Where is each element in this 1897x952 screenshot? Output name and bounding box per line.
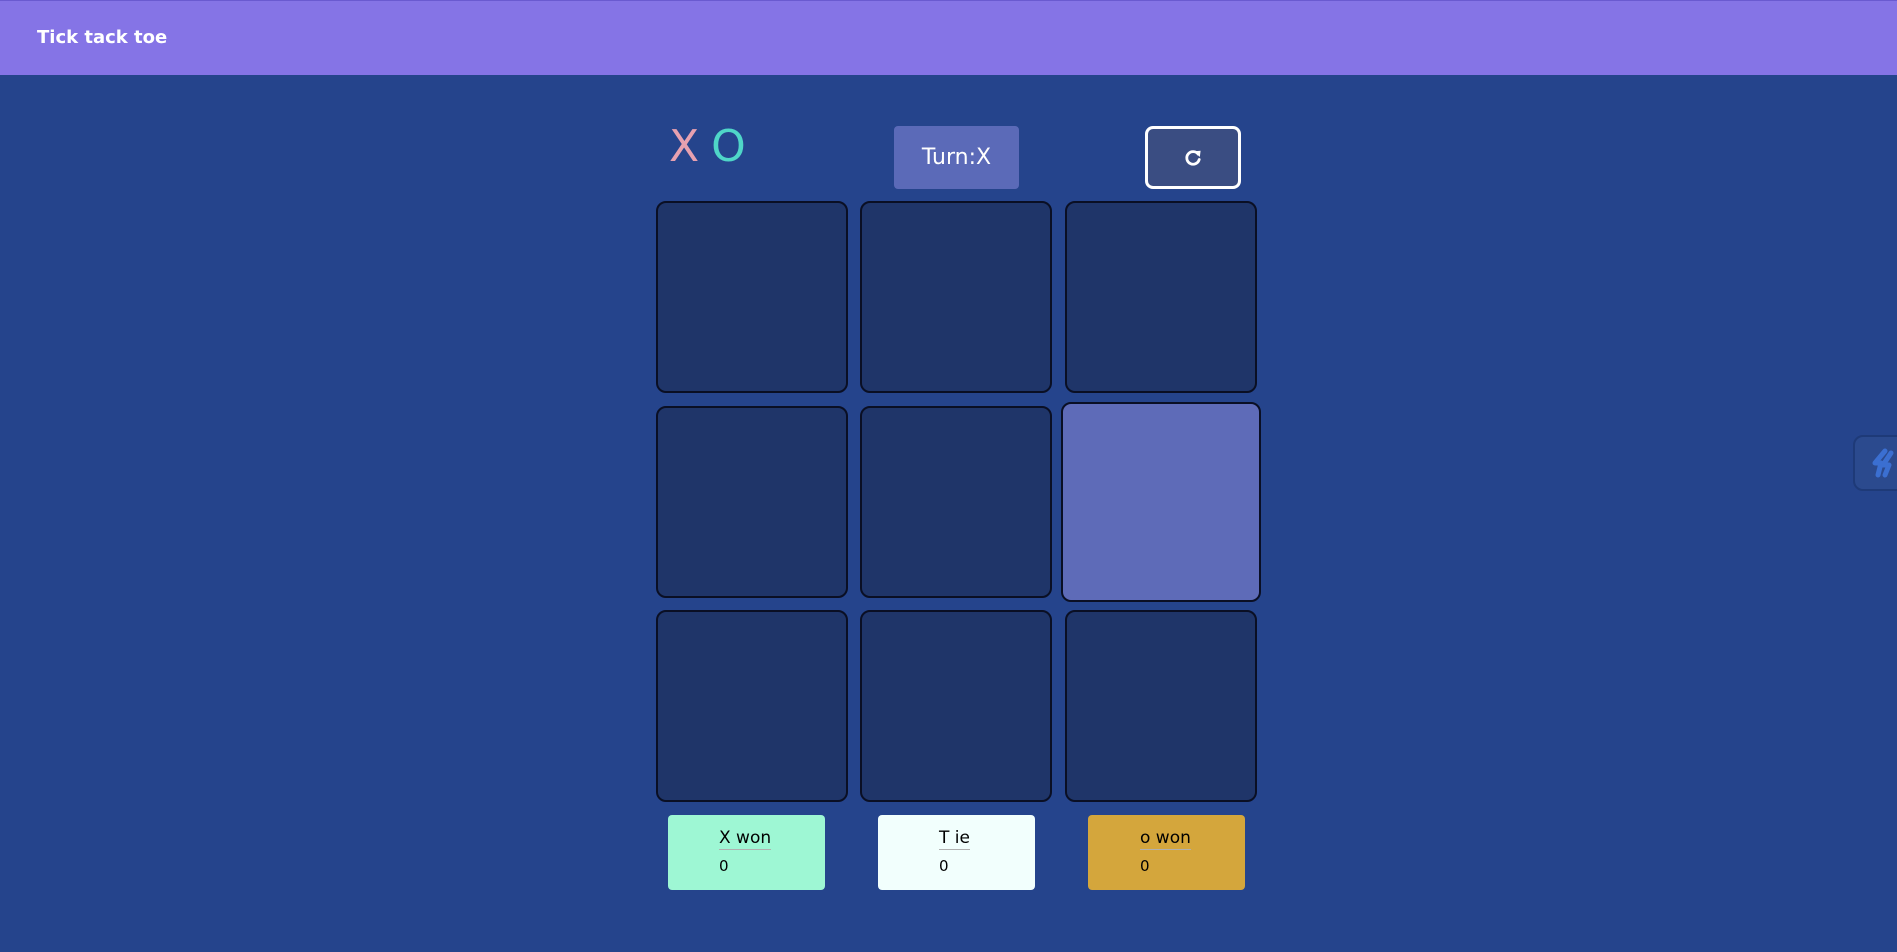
lightning-icon: [1872, 448, 1894, 478]
turn-indicator: Turn:X: [894, 126, 1019, 189]
tie-score-card: T ie 0: [878, 815, 1035, 890]
board-cell-5[interactable]: [860, 406, 1052, 598]
x-score-card: X won 0: [668, 815, 825, 890]
x-score-label: X won: [719, 828, 772, 850]
o-score-card: o won 0: [1088, 815, 1245, 890]
tie-score-value: 0: [939, 857, 949, 875]
navbar: Tick tack toe: [0, 0, 1897, 75]
side-widget-button[interactable]: [1853, 435, 1897, 491]
turn-label: Turn:X: [921, 145, 992, 170]
app-title[interactable]: Tick tack toe: [37, 27, 167, 48]
o-score-value: 0: [1140, 857, 1150, 875]
board-cell-6[interactable]: [1061, 402, 1261, 602]
xo-logo: XO: [669, 122, 748, 172]
board-cell-9[interactable]: [1065, 610, 1257, 802]
logo-x: X: [669, 121, 702, 172]
board-cell-8[interactable]: [860, 610, 1052, 802]
board-cell-2[interactable]: [860, 201, 1052, 393]
board-cell-1[interactable]: [656, 201, 848, 393]
board-cell-3[interactable]: [1065, 201, 1257, 393]
reset-button[interactable]: [1145, 126, 1241, 189]
board-cell-4[interactable]: [656, 406, 848, 598]
o-score-label: o won: [1140, 828, 1191, 850]
x-score-value: 0: [719, 857, 729, 875]
logo-o: O: [711, 121, 748, 172]
board-cell-7[interactable]: [656, 610, 848, 802]
refresh-icon: [1185, 149, 1201, 166]
tie-score-label: T ie: [939, 828, 970, 850]
